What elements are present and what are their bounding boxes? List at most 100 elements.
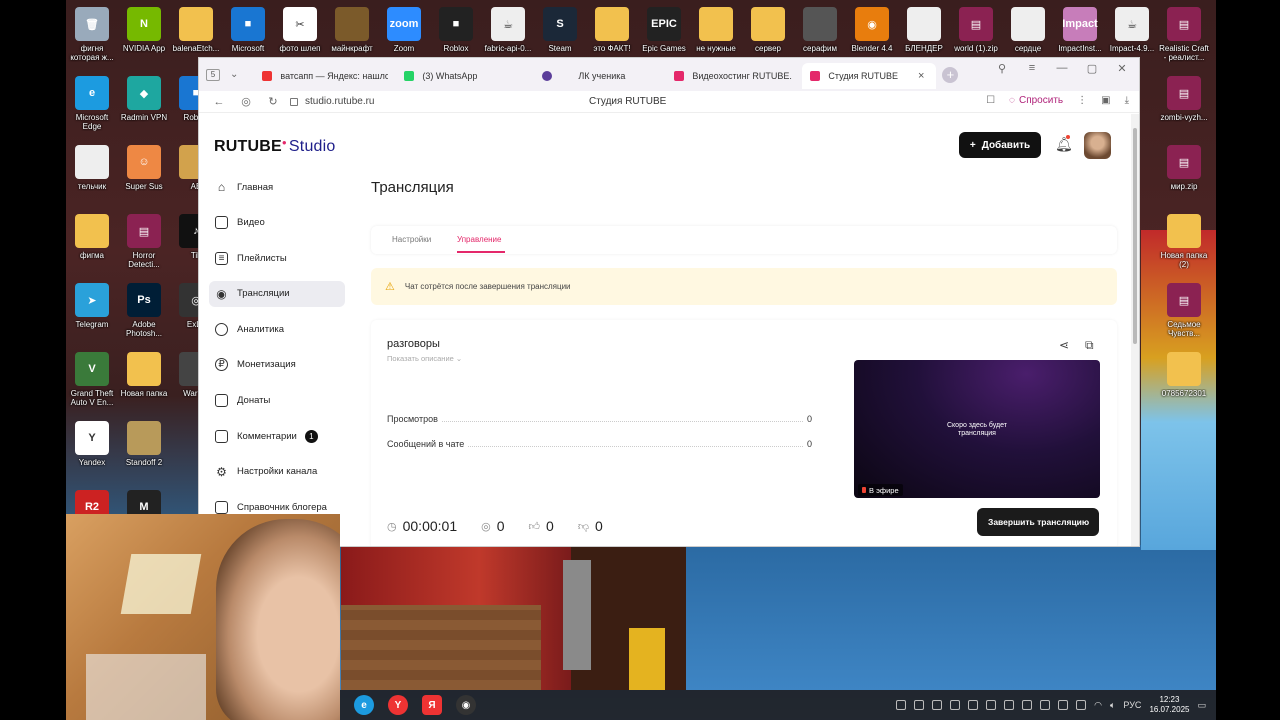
desktop-icon[interactable]: Новая папка (2) [1158, 212, 1210, 282]
bookmark-icon[interactable]: ☐ [986, 95, 995, 106]
desktop-icon[interactable]: ▤ мир.zip [1158, 143, 1210, 213]
tray-icon[interactable] [986, 700, 997, 710]
desktop-icon[interactable]: ▤ Седьмое Чувств... [1158, 281, 1210, 351]
tab-rutube-video[interactable]: Видеохостинг RUTUBE. С [666, 63, 802, 89]
tab-management[interactable]: Управление [457, 235, 501, 244]
comments-badge: 1 [304, 429, 318, 443]
close-tab-icon[interactable]: × [918, 70, 924, 82]
tray-icon[interactable] [1058, 700, 1069, 710]
tab-lk[interactable]: ЛК ученика [534, 63, 666, 89]
address-actions: ☐ ◌ Спросить ⋮ ▣ ⤓ [986, 95, 1129, 106]
desktop-icon[interactable]: ➤ Telegram [66, 281, 118, 351]
desktop-icon-glyph [179, 7, 213, 41]
live-badge: В эфире [858, 484, 903, 496]
desktop-icon[interactable]: N NVIDIA App [118, 5, 170, 75]
tray-icon[interactable] [968, 700, 979, 710]
external-link-icon[interactable]: ⧉ [1085, 338, 1094, 353]
obs-taskbar-icon[interactable]: ◉ [456, 695, 476, 715]
show-description-link[interactable]: Показать описание ⌄ [387, 354, 462, 363]
sidebar-item-streams[interactable]: ◉ Трансляции [209, 280, 345, 307]
yandex-music-taskbar-icon[interactable]: Я [422, 695, 442, 715]
end-stream-button[interactable]: Завершить трансляцию [977, 508, 1099, 536]
reload-icon[interactable]: ↻ [266, 95, 280, 108]
wifi-icon[interactable]: ◠ [1094, 700, 1102, 711]
bell-icon[interactable]: 🔔︎ [1055, 136, 1073, 153]
collections-icon[interactable]: ▣ [1101, 95, 1110, 106]
ask-button[interactable]: ◌ Спросить [1009, 95, 1063, 106]
chevron-down-icon[interactable]: ⌄ [230, 69, 238, 80]
sidebar-item-label: Трансляции [237, 288, 290, 300]
tab-settings[interactable]: Настройки [392, 235, 431, 244]
tab-whatsapp[interactable]: (3) WhatsApp [396, 63, 534, 89]
tab-rutube-studio[interactable]: Студия RUTUBE × [802, 62, 937, 89]
sidebar-item-monetization[interactable]: ₽ Монетизация [209, 352, 345, 378]
desktop-icon[interactable]: ▤ zombi-vyzh... [1158, 74, 1210, 144]
more-icon[interactable]: ⋮ [1077, 95, 1087, 106]
clock[interactable]: 12:23 16.07.2025 [1149, 695, 1189, 715]
desktop-icon[interactable]: 🗑 фигня которая ж... [66, 5, 118, 75]
notifications-icon[interactable]: ▭ [1197, 700, 1206, 711]
list-icon[interactable]: ≡ [1025, 62, 1039, 75]
back-icon[interactable]: ← [212, 96, 226, 108]
shield-icon[interactable]: ◎ [239, 95, 253, 108]
sidebar-item-playlists[interactable]: ≡ Плейлисты [209, 245, 345, 271]
tray-icon[interactable] [896, 700, 907, 710]
tray-icon[interactable] [1076, 700, 1087, 710]
desktop-icon[interactable]: ◆ Radmin VPN [118, 74, 170, 144]
desktop-icon[interactable]: ▤ Horror Detecti... [118, 212, 170, 282]
whatsapp-icon [404, 70, 415, 81]
add-button[interactable]: + Добавить [959, 132, 1041, 158]
desktop-icon[interactable]: фигма [66, 212, 118, 282]
language-indicator[interactable]: РУС [1123, 700, 1141, 710]
live-icon [862, 487, 866, 493]
tab-count[interactable]: 5 [206, 68, 220, 81]
webcam-window [120, 554, 202, 614]
sidebar-item-analytics[interactable]: Аналитика [209, 316, 345, 342]
share-icon[interactable]: ⋖ [1059, 338, 1069, 352]
tray-icon[interactable] [950, 700, 961, 710]
desktop-icon[interactable]: ▤ Realistic Craft - реалист... [1158, 5, 1210, 75]
tray-icon[interactable] [1004, 700, 1015, 710]
sidebar-item-video[interactable]: Видео [209, 210, 345, 236]
sidebar-item-donations[interactable]: Донаты [209, 388, 345, 414]
download-icon[interactable]: ⤓ [1125, 95, 1129, 106]
edge-taskbar-icon[interactable]: e [354, 695, 374, 715]
avatar[interactable] [1084, 132, 1111, 159]
sidebar-item-comments[interactable]: Комментарии 1 [209, 423, 345, 449]
lk-icon [542, 70, 553, 81]
tray-icon[interactable] [1040, 700, 1051, 710]
pin-icon[interactable]: ⚲ [995, 62, 1009, 75]
minimize-icon[interactable]: — [1055, 62, 1069, 75]
desktop-icon[interactable]: V Grand Theft Auto V En... [66, 350, 118, 420]
sidebar-item-channel-settings[interactable]: ⚙ Настройки канала [209, 459, 345, 485]
desktop-icon[interactable]: ☺ Super Sus [118, 143, 170, 213]
scrollbar[interactable] [1131, 114, 1139, 546]
volume-icon[interactable]: 🔈︎ [1110, 700, 1115, 711]
close-icon[interactable]: ✕ [1115, 62, 1129, 75]
stat-value: 0 [806, 414, 812, 424]
maximize-icon[interactable]: ▢ [1085, 62, 1099, 75]
new-tab-button[interactable]: + [942, 66, 959, 83]
scrollbar-thumb[interactable] [1133, 128, 1137, 344]
desktop-icon[interactable]: e Microsoft Edge [66, 74, 118, 144]
tray-icon[interactable] [932, 700, 943, 710]
stream-preview[interactable]: Скоро здесь будет трансляция В эфире [854, 360, 1100, 498]
alice-icon: ◌ [1009, 95, 1015, 106]
desktop-icon[interactable]: 0785672301 [1158, 350, 1210, 420]
tab-yandex[interactable]: ватсапп — Яндекс: нашлс [254, 63, 396, 89]
desktop-icon-glyph: ✂ [283, 7, 317, 41]
stat-value: 0 [806, 439, 812, 449]
sidebar-item-label: Аналитика [237, 323, 285, 335]
desktop-icon[interactable]: Новая папка [118, 350, 170, 420]
sidebar-item-home[interactable]: ⌂ Главная [209, 174, 345, 200]
rutube-studio-logo[interactable]: RUTUBE● Studio [214, 138, 336, 156]
desktop-icon[interactable]: Standoff 2 [118, 419, 170, 489]
desktop-icon[interactable]: тельчик [66, 143, 118, 213]
desktop-icon[interactable]: Ps Adobe Photosh... [118, 281, 170, 351]
yandex-taskbar-icon[interactable]: Y [388, 695, 408, 715]
url-field[interactable]: studio.rutube.ru [290, 96, 375, 107]
tray-icon[interactable] [914, 700, 925, 710]
desktop-icon[interactable]: Y Yandex [66, 419, 118, 489]
tray-icon[interactable] [1022, 700, 1033, 710]
desktop-icon-label: сердце [1014, 44, 1042, 53]
